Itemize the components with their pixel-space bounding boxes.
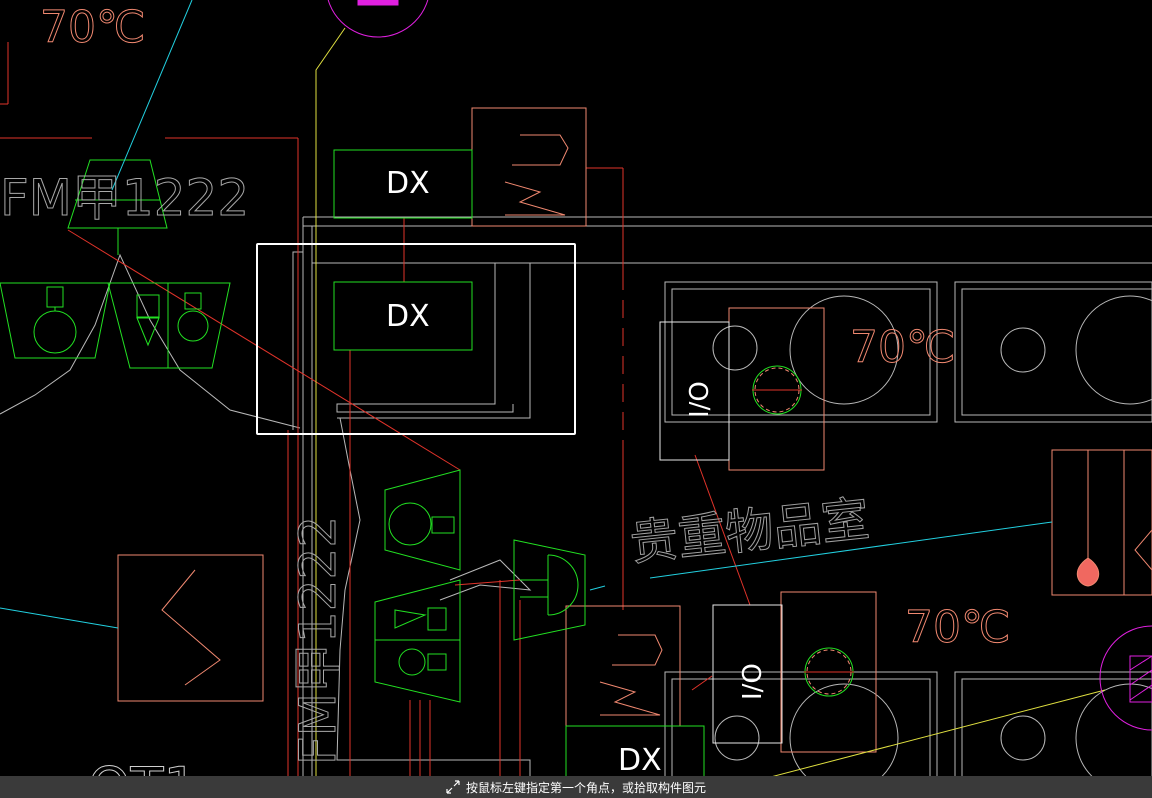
room-label: 贵重物品室 [627,491,872,572]
io-label-top: I/O [685,381,715,418]
dx-label-top: DX [386,166,430,201]
cad-viewport[interactable]: 70℃ 70℃ 70℃ DX DX DX I/O I/O 贵重物品室 FM甲12… [0,0,1152,798]
temp-label-top: 70℃ [40,2,145,53]
temp-label-right-top: 70℃ [850,322,955,373]
dx-label-bottom: DX [618,743,662,778]
io-label-bottom: I/O [738,663,768,700]
status-prompt: 按鼠标左键指定第一个角点，或拾取构件图元 [465,780,706,795]
cursor-arrows-icon [446,780,460,794]
door-label-left: FM甲1222 [0,169,249,227]
cad-drawing[interactable]: 70℃ 70℃ 70℃ DX DX DX I/O I/O 贵重物品室 FM甲12… [0,0,1152,798]
wall-lines [0,216,1152,798]
temp-label-right-bottom: 70℃ [905,602,1010,653]
door-label-vertical: FM甲1222 [289,516,347,765]
status-bar: 按鼠标左键指定第一个角点，或拾取构件图元 [0,776,1152,798]
selection-rectangle[interactable] [256,243,576,435]
